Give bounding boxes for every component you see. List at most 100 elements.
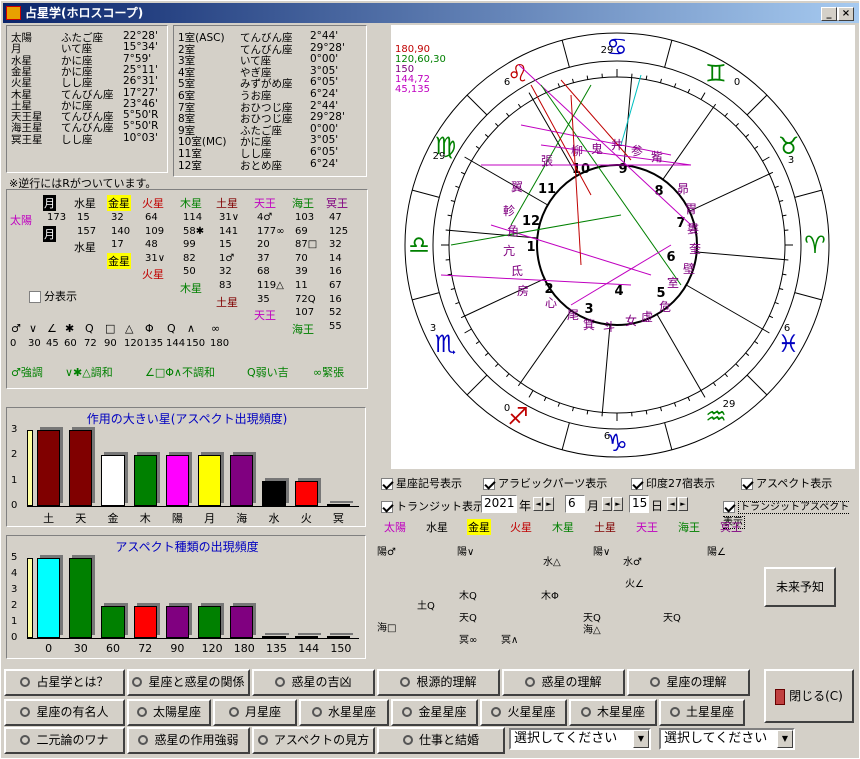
- topic-select-1[interactable]: 選択してください ▼: [509, 728, 651, 750]
- y-tick-label: 0: [11, 500, 18, 511]
- arabic-parts-label: アラビックパーツ表示: [498, 477, 608, 490]
- topic-row2-button-1[interactable]: 太陽星座: [127, 699, 211, 726]
- day-up-icon[interactable]: ►: [678, 497, 688, 511]
- transit-aspect-entry: 水△: [543, 557, 561, 568]
- nav-button-label: 惑星の作用強弱: [154, 733, 239, 747]
- transit-aspect-entry: 海△: [583, 625, 601, 636]
- topic-row2-button-5[interactable]: 火星星座: [480, 699, 567, 726]
- house-degree: 6°05': [310, 76, 339, 89]
- aspect-cell: 119△: [257, 280, 284, 291]
- lunar-mansion-label: 危: [659, 300, 671, 314]
- y-tick-label: 1: [11, 616, 18, 627]
- bar: [294, 636, 318, 638]
- aspect-degree: 60: [64, 338, 77, 349]
- aspect-col-header: 土星: [216, 197, 238, 210]
- magnifier-icon: [257, 735, 268, 745]
- topic-row2-button-3[interactable]: 水星星座: [299, 699, 389, 726]
- topic-select-2[interactable]: 選択してください ▼: [659, 728, 795, 750]
- arabic-parts-checkbox[interactable]: アラビックパーツ表示: [483, 475, 607, 491]
- aspect-row-label: 天王: [254, 309, 276, 323]
- future-prediction-button[interactable]: 未来予知: [764, 567, 836, 607]
- transit-planet-tag: 太陽: [384, 521, 406, 534]
- day-down-icon[interactable]: ◄: [667, 497, 677, 511]
- transit-label: トランジット表示: [396, 500, 484, 513]
- split-display-checkbox[interactable]: 分表示: [29, 288, 77, 304]
- topic-row2-button-7[interactable]: 土星星座: [659, 699, 745, 726]
- aspect-symbol: ✱: [65, 322, 75, 335]
- magnifier-icon: [20, 707, 31, 717]
- day-input[interactable]: 15: [629, 495, 649, 513]
- aspect-symbol: △: [125, 322, 134, 335]
- house-number: 11: [538, 182, 556, 197]
- nav-button-label: 星座と惑星の関係: [148, 675, 245, 689]
- magnifier-icon: [402, 707, 413, 717]
- topic-row1-button-5[interactable]: 星座の理解: [627, 669, 750, 696]
- topic-row3-button-1[interactable]: 惑星の作用強弱: [127, 727, 250, 754]
- x-tick-label: 144: [298, 642, 320, 655]
- magnifier-icon: [400, 677, 411, 687]
- inner-circle: [536, 164, 698, 326]
- nav-button-label: 水星星座: [327, 705, 376, 719]
- magnifier-icon: [228, 707, 239, 717]
- topic-row1-button-0[interactable]: 占星学とは？: [4, 669, 125, 696]
- bar: [133, 455, 157, 506]
- aspect-legend-item: Q弱い吉: [247, 366, 289, 379]
- year-unit: 年: [519, 499, 532, 513]
- aspect-legend-item: ∠□Φ∧不調和: [145, 366, 215, 379]
- year-up-icon[interactable]: ►: [544, 497, 554, 511]
- aspect-degree: 45: [46, 338, 59, 349]
- house-degree: 3°05': [310, 64, 339, 77]
- topic-row3-button-0[interactable]: 二元論のワナ: [4, 727, 125, 754]
- x-tick-label: 180: [233, 642, 255, 655]
- lunar-mansion-label: 柳: [571, 144, 583, 158]
- house-row: 11室 しし座 6°05': [178, 146, 364, 160]
- topic-row1-button-3[interactable]: 根源的理解: [377, 669, 500, 696]
- aspect-cell: 31∨: [219, 212, 240, 223]
- transit-aspect-entry: 木Q: [459, 591, 477, 602]
- magnifier-icon: [669, 707, 680, 717]
- sign-symbol-checkbox[interactable]: 星座記号表示: [381, 475, 462, 491]
- lunar-mansion-label: 角: [507, 224, 519, 238]
- minimize-button[interactable]: _: [821, 7, 837, 21]
- lunar-mansion-label: 斗: [603, 320, 615, 334]
- topic-row1-button-2[interactable]: 惑星の吉凶: [252, 669, 375, 696]
- topic-row2-button-6[interactable]: 木星星座: [569, 699, 657, 726]
- lunar-mansion-label: 昴: [677, 182, 689, 196]
- house-number: 1: [526, 240, 535, 255]
- aspect-cell: 14: [329, 252, 342, 264]
- house-degree: 6°24': [310, 88, 339, 100]
- x-tick-label: 150: [330, 642, 352, 655]
- topic-row2-button-0[interactable]: 星座の有名人: [4, 699, 125, 726]
- topic-row2-button-4[interactable]: 金星星座: [391, 699, 478, 726]
- transit-checkbox[interactable]: トランジット表示: [381, 498, 484, 514]
- x-tick-label: 72: [138, 642, 153, 655]
- transit-planet-tag: 水星: [426, 521, 448, 534]
- month-down-icon[interactable]: ◄: [602, 497, 612, 511]
- topic-select-2-value: 選択してください: [664, 731, 768, 746]
- display-options: 星座記号表示 アラビックパーツ表示 印度27宿表示 アスペクト表示: [381, 475, 856, 491]
- aspect-row-label: 木星: [180, 282, 202, 295]
- chevron-down-icon[interactable]: ▼: [633, 730, 649, 748]
- topic-row3-button-3[interactable]: 仕事と結婚: [377, 727, 505, 754]
- topic-row2-button-2[interactable]: 月星座: [213, 699, 297, 726]
- close-window-button[interactable]: ×: [838, 7, 854, 21]
- aspect-display-checkbox[interactable]: アスペクト表示: [741, 475, 832, 491]
- year-input[interactable]: 2021: [481, 495, 517, 513]
- month-up-icon[interactable]: ►: [613, 497, 623, 511]
- nakshatra-checkbox[interactable]: 印度27宿表示: [631, 475, 715, 491]
- topic-row1-button-4[interactable]: 惑星の理解: [502, 669, 625, 696]
- title-bar: 占星学(ホロスコープ) _ □: [3, 3, 859, 23]
- topic-row3-button-2[interactable]: アスペクトの見方: [252, 727, 375, 754]
- topic-row1-button-1[interactable]: 星座と惑星の関係: [127, 669, 250, 696]
- year-down-icon[interactable]: ◄: [533, 497, 543, 511]
- x-tick-label: 120: [201, 642, 223, 655]
- chevron-down-icon[interactable]: ▼: [777, 730, 793, 748]
- house-degree: 2°44': [310, 99, 339, 112]
- month-input[interactable]: 6: [565, 495, 585, 513]
- lunar-mansion-label: 心: [545, 296, 557, 310]
- close-button[interactable]: 閉じる(C): [764, 669, 854, 723]
- degree-tick: [645, 75, 648, 80]
- x-tick-label: 金: [107, 512, 119, 525]
- aspect-degree: 30: [28, 338, 41, 349]
- house-row: 2室 てんびん座 29°28': [178, 42, 364, 56]
